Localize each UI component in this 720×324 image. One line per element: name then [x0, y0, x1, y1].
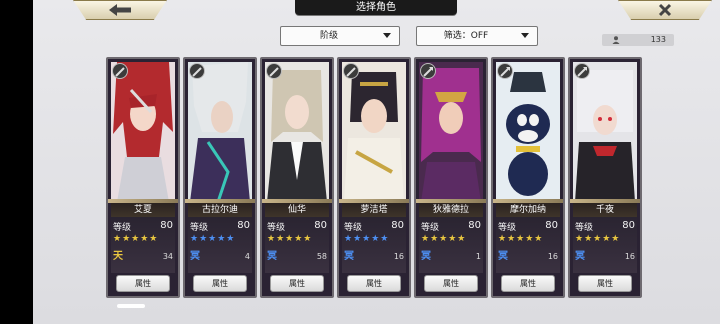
character-stats: 等级 80 ★★★★★ 天 34	[111, 217, 175, 273]
character-count-badge: 16	[624, 252, 635, 261]
sword-icon	[343, 63, 359, 79]
back-button[interactable]	[73, 0, 167, 20]
level-label: 等级	[344, 223, 363, 233]
attribute-button[interactable]: 属性	[270, 275, 324, 292]
character-portrait	[188, 62, 252, 202]
sword-icon	[112, 63, 128, 79]
attribute-button[interactable]: 属性	[347, 275, 401, 292]
horizontal-scrollbar[interactable]	[117, 304, 677, 308]
attribute-button[interactable]: 属性	[501, 275, 555, 292]
character-card[interactable]: 艾夏 等级 80 ★★★★★ 天 34 属性	[106, 57, 180, 298]
rank-icon: 冥	[575, 251, 585, 262]
character-name: 萝洁塔	[342, 203, 406, 217]
filter-dropdown[interactable]: 筛选：OFF	[416, 26, 538, 46]
level-label: 等级	[267, 223, 286, 233]
game-screen: 选择角色 阶级 筛选：OFF 133 艾夏 等级 80 ★★★★★ 天 34 属…	[0, 0, 720, 324]
person-icon	[612, 36, 620, 44]
star-rating: ★★★★★	[344, 234, 390, 244]
character-portrait	[342, 62, 406, 202]
character-card[interactable]: 摩尔加纳 等级 80 ★★★★★ 冥 16 属性	[491, 57, 565, 298]
character-card[interactable]: 萝洁塔 等级 80 ★★★★★ 冥 16 属性	[337, 57, 411, 298]
character-count: 133	[602, 34, 674, 46]
close-x-icon	[658, 3, 672, 17]
character-portrait	[419, 62, 483, 202]
character-name: 摩尔加纳	[496, 203, 560, 217]
rank-icon: 冥	[190, 251, 200, 262]
character-portrait	[496, 62, 560, 202]
level-label: 等级	[498, 223, 517, 233]
sword-icon	[189, 63, 205, 79]
character-card[interactable]: 古拉尔迪 等级 80 ★★★★★ 冥 4 属性	[183, 57, 257, 298]
rank-icon: 冥	[421, 251, 431, 262]
attribute-button[interactable]: 属性	[193, 275, 247, 292]
title-bar: 选择角色	[295, 0, 457, 15]
level-value: 80	[160, 220, 173, 231]
character-portrait	[111, 62, 175, 202]
character-count-badge: 58	[316, 252, 327, 261]
chevron-down-icon	[521, 33, 529, 38]
attribute-button[interactable]: 属性	[116, 275, 170, 292]
level-value: 80	[237, 220, 250, 231]
character-count-badge: 1	[475, 252, 481, 261]
character-stats: 等级 80 ★★★★★ 冥 1	[419, 217, 483, 273]
character-count-badge: 16	[547, 252, 558, 261]
arrow-left-icon	[109, 4, 131, 16]
character-stats: 等级 80 ★★★★★ 冥 16	[573, 217, 637, 273]
filter-dropdown-label: 筛选：OFF	[443, 31, 489, 41]
axe-icon	[420, 63, 436, 79]
sort-dropdown-label: 阶级	[319, 31, 338, 41]
axe-icon	[574, 63, 590, 79]
character-count-badge: 34	[162, 252, 173, 261]
level-label: 等级	[113, 223, 132, 233]
star-rating: ★★★★★	[575, 234, 621, 244]
level-label: 等级	[575, 223, 594, 233]
character-stats: 等级 80 ★★★★★ 冥 58	[265, 217, 329, 273]
rank-icon: 天	[113, 251, 123, 262]
character-portrait	[573, 62, 637, 202]
axe-icon	[497, 63, 513, 79]
level-label: 等级	[421, 223, 440, 233]
level-value: 80	[391, 220, 404, 231]
character-name: 仙华	[265, 203, 329, 217]
star-rating: ★★★★★	[421, 234, 467, 244]
character-card[interactable]: 千夜 等级 80 ★★★★★ 冥 16 属性	[568, 57, 642, 298]
sort-dropdown[interactable]: 阶级	[280, 26, 400, 46]
character-count-badge: 4	[244, 252, 250, 261]
scrollbar-thumb[interactable]	[117, 304, 145, 308]
rank-icon: 冥	[267, 251, 277, 262]
page-title: 选择角色	[356, 2, 396, 13]
character-card[interactable]: 仙华 等级 80 ★★★★★ 冥 58 属性	[260, 57, 334, 298]
close-button[interactable]	[618, 0, 712, 20]
character-stats: 等级 80 ★★★★★ 冥 16	[496, 217, 560, 273]
star-rating: ★★★★★	[190, 234, 236, 244]
level-value: 80	[468, 220, 481, 231]
character-name: 千夜	[573, 203, 637, 217]
character-count-value: 133	[650, 35, 666, 44]
level-value: 80	[545, 220, 558, 231]
star-rating: ★★★★★	[498, 234, 544, 244]
attribute-button[interactable]: 属性	[424, 275, 478, 292]
character-portrait	[265, 62, 329, 202]
character-stats: 等级 80 ★★★★★ 冥 16	[342, 217, 406, 273]
character-name: 艾夏	[111, 203, 175, 217]
chevron-down-icon	[383, 33, 391, 38]
level-value: 80	[314, 220, 327, 231]
rank-icon: 冥	[344, 251, 354, 262]
level-label: 等级	[190, 223, 209, 233]
character-name: 狄雅德拉	[419, 203, 483, 217]
character-card[interactable]: 狄雅德拉 等级 80 ★★★★★ 冥 1 属性	[414, 57, 488, 298]
character-stats: 等级 80 ★★★★★ 冥 4	[188, 217, 252, 273]
star-rating: ★★★★★	[267, 234, 313, 244]
attribute-button[interactable]: 属性	[578, 275, 632, 292]
star-rating: ★★★★★	[113, 234, 159, 244]
character-name: 古拉尔迪	[188, 203, 252, 217]
level-value: 80	[622, 220, 635, 231]
sword-icon	[266, 63, 282, 79]
rank-icon: 冥	[498, 251, 508, 262]
character-count-badge: 16	[393, 252, 404, 261]
